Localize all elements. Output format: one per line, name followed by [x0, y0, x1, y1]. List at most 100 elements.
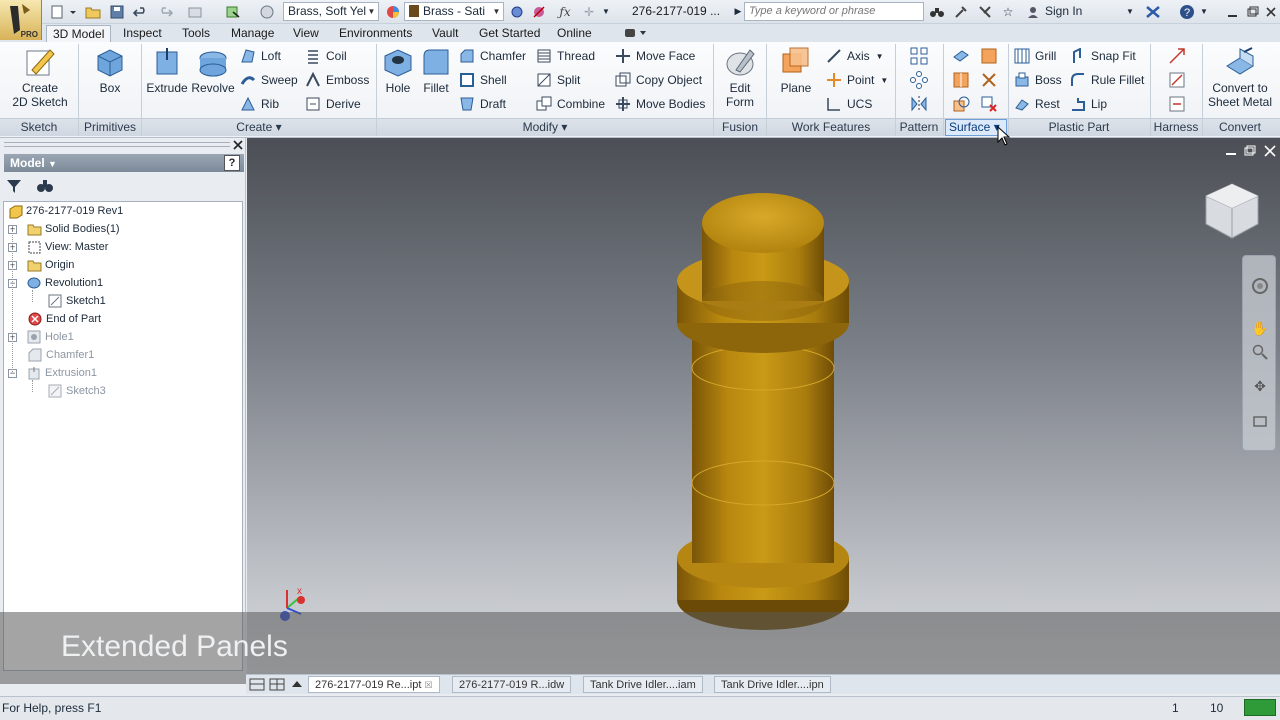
communication-icon[interactable]	[976, 3, 994, 20]
filter-icon[interactable]	[6, 178, 22, 194]
tab-tools[interactable]: Tools	[176, 25, 216, 42]
adjust-icon[interactable]	[508, 3, 526, 20]
fillet-button[interactable]: Fillet	[418, 46, 454, 95]
exchange-apps-icon[interactable]	[1144, 3, 1162, 20]
move-bodies-button[interactable]: Move Bodies	[615, 94, 705, 114]
revolve-button[interactable]: Revolve	[190, 46, 236, 95]
stitch-icon[interactable]	[950, 70, 972, 90]
parameters-icon[interactable]: ƒx	[556, 3, 574, 20]
loft-button[interactable]: Loft	[240, 46, 281, 66]
minimize-icon[interactable]	[1224, 3, 1242, 20]
delete-face-icon[interactable]	[978, 94, 1000, 114]
return-icon[interactable]	[186, 3, 204, 20]
thread-button[interactable]: Thread	[536, 46, 595, 66]
harness-wire-icon[interactable]	[1166, 46, 1188, 66]
document-list-up-icon[interactable]	[288, 676, 306, 693]
browser-title-dropdown[interactable]: Model ▼	[4, 154, 244, 172]
browser-close-icon[interactable]	[232, 139, 244, 151]
plane-button[interactable]: Plane	[774, 46, 818, 95]
clear-override-icon[interactable]	[530, 3, 548, 20]
subscription-icon[interactable]	[952, 3, 970, 20]
graphics-viewport[interactable]: x	[247, 138, 1280, 674]
panel-title-sketch[interactable]: Sketch	[0, 119, 78, 135]
undo-icon[interactable]	[132, 3, 150, 20]
panel-title-modify[interactable]: Modify ▾	[377, 119, 713, 135]
thicken-offset-icon[interactable]	[950, 46, 972, 66]
derive-button[interactable]: Derive	[305, 94, 361, 114]
panel-title-convert[interactable]: Convert	[1203, 119, 1277, 135]
tree-node-extrusion1[interactable]: − Extrusion1	[8, 364, 97, 382]
rule-fillet-button[interactable]: Rule Fillet	[1070, 70, 1144, 90]
update-icon[interactable]	[258, 3, 276, 20]
tile-windows-icon[interactable]	[248, 676, 266, 693]
tree-node-view-master[interactable]: + View: Master	[8, 238, 108, 256]
rectangular-pattern-icon[interactable]	[908, 46, 930, 66]
viewport-minimize-icon[interactable]	[1224, 144, 1238, 158]
axis-button[interactable]: Axis ▼	[826, 46, 884, 66]
tree-node-solid-bodies[interactable]: + Solid Bodies(1)	[8, 220, 120, 238]
help-dropdown-icon[interactable]: ▼	[1198, 3, 1210, 20]
close-icon[interactable]	[1262, 3, 1280, 20]
extrude-button[interactable]: Extrude	[144, 46, 190, 95]
tree-node-hole1[interactable]: + Hole1	[8, 328, 74, 346]
boss-button[interactable]: Boss	[1014, 70, 1062, 90]
chamfer-button[interactable]: Chamfer	[459, 46, 526, 66]
application-menu-button[interactable]: PRO	[0, 0, 42, 40]
doc-tab-assembly[interactable]: Tank Drive Idler....iam	[583, 676, 703, 693]
new-file-icon[interactable]	[48, 3, 66, 20]
panel-title-fusion[interactable]: Fusion	[714, 119, 766, 135]
browser-grip[interactable]	[4, 142, 230, 147]
panel-title-create[interactable]: Create ▾	[142, 119, 376, 135]
box-button[interactable]: Box	[86, 46, 134, 95]
ucs-button[interactable]: UCS	[826, 94, 872, 114]
point-button[interactable]: Point ▼	[826, 70, 888, 90]
appearance-dropdown[interactable]: Brass - Sati ▼	[404, 2, 504, 21]
tab-get-started[interactable]: Get Started	[473, 25, 546, 42]
lip-button[interactable]: Lip	[1070, 94, 1107, 114]
find-binoculars-icon[interactable]	[36, 178, 54, 194]
doc-tab-drawing[interactable]: 276-2177-019 R...idw	[452, 676, 572, 693]
coil-button[interactable]: Coil	[305, 46, 347, 66]
binoculars-icon[interactable]	[928, 3, 946, 20]
doc-tab-presentation[interactable]: Tank Drive Idler....ipn	[714, 676, 831, 693]
convert-to-sheet-metal-button[interactable]: Convert to Sheet Metal	[1204, 46, 1276, 109]
restore-icon[interactable]	[1244, 3, 1262, 20]
tree-node-part[interactable]: 276-2177-019 Rev1	[8, 202, 123, 220]
sweep-button[interactable]: Sweep	[240, 70, 298, 90]
harness-pin-icon[interactable]	[1166, 70, 1188, 90]
panel-title-plastic-part[interactable]: Plastic Part	[1009, 119, 1149, 135]
tree-node-end-of-part[interactable]: End of Part	[28, 310, 101, 328]
favorites-star-icon[interactable]: ☆	[999, 3, 1017, 20]
orbit-icon[interactable]: ✥	[1250, 376, 1270, 396]
viewport-close-icon[interactable]	[1263, 144, 1277, 158]
copy-object-button[interactable]: Copy Object	[615, 70, 702, 90]
zoom-icon[interactable]	[1250, 342, 1270, 362]
panel-title-pattern[interactable]: Pattern	[896, 119, 942, 135]
tab-inspect[interactable]: Inspect	[117, 25, 168, 42]
sculpt-icon[interactable]	[950, 94, 972, 114]
rib-button[interactable]: Rib	[240, 94, 279, 114]
redo-icon[interactable]	[156, 3, 174, 20]
create-2d-sketch-button[interactable]: Create 2D Sketch	[8, 46, 72, 109]
panel-title-work-features[interactable]: Work Features	[767, 119, 895, 135]
search-input[interactable]: Type a keyword or phrase	[744, 2, 924, 21]
open-folder-icon[interactable]	[84, 3, 102, 20]
harness-properties-icon[interactable]	[1166, 94, 1188, 114]
tree-node-chamfer1[interactable]: Chamfer1	[28, 346, 94, 364]
mirror-icon[interactable]	[908, 94, 930, 114]
hole-button[interactable]: Hole	[379, 46, 417, 95]
circular-pattern-icon[interactable]	[908, 70, 930, 90]
sign-in-link[interactable]: Sign In	[1045, 4, 1082, 18]
tree-node-sketch3[interactable]: Sketch3	[48, 382, 106, 400]
move-face-button[interactable]: Move Face	[615, 46, 695, 66]
edit-form-button[interactable]: Edit Form	[718, 46, 762, 109]
draft-button[interactable]: Draft	[459, 94, 506, 114]
qat-customize-icon[interactable]: ▼	[600, 3, 612, 20]
tab-online[interactable]: Online	[551, 25, 598, 42]
tab-view[interactable]: View	[287, 25, 325, 42]
new-dropdown-icon[interactable]	[68, 3, 78, 20]
tree-node-origin[interactable]: + Origin	[8, 256, 74, 274]
combine-button[interactable]: Combine	[536, 94, 605, 114]
emboss-button[interactable]: Emboss	[305, 70, 369, 90]
tab-3d-model[interactable]: 3D Model	[46, 25, 112, 42]
